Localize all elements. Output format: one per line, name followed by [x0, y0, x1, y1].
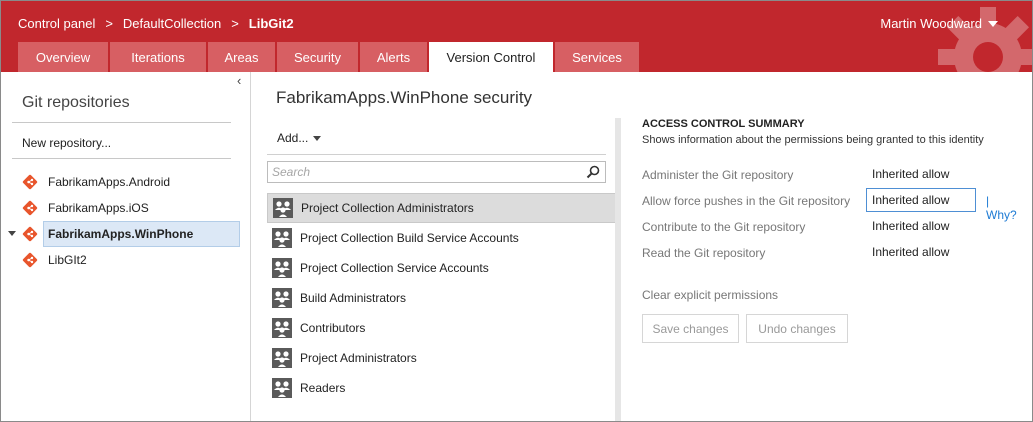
- save-changes-button[interactable]: Save changes: [642, 314, 739, 343]
- permission-row-administer: Administer the Git repository Inherited …: [642, 162, 1022, 188]
- breadcrumb: Control panel > DefaultCollection > LibG…: [18, 16, 294, 31]
- git-repo-icon: [22, 226, 38, 242]
- tab-security[interactable]: Security: [277, 42, 358, 72]
- search-icon[interactable]: [586, 165, 600, 179]
- group-icon: [272, 378, 292, 398]
- identities-panel: Add... Project Collection Administrators: [257, 118, 616, 421]
- repo-label: FabrikamApps.Android: [48, 175, 171, 189]
- group-label: Project Administrators: [300, 351, 417, 365]
- tab-areas[interactable]: Areas: [208, 42, 275, 72]
- divider: [12, 158, 231, 159]
- git-repo-icon: [22, 252, 38, 268]
- chevron-down-icon: [988, 20, 998, 27]
- repositories-panel: ‹ Git repositories New repository... Fab…: [1, 72, 251, 421]
- repo-label: FabrikamApps.WinPhone: [48, 227, 194, 241]
- chevron-down-icon: [313, 135, 322, 141]
- panel-splitter[interactable]: [615, 118, 621, 421]
- page-title: FabrikamApps.WinPhone security: [276, 88, 533, 107]
- tab-overview[interactable]: Overview: [18, 42, 108, 72]
- group-icon: [272, 348, 292, 368]
- group-label: Build Administrators: [300, 291, 407, 305]
- group-item-project-collection-service-accounts[interactable]: Project Collection Service Accounts: [267, 253, 616, 283]
- divider: [12, 122, 231, 123]
- repo-item-fabrikam-ios[interactable]: FabrikamApps.iOS: [1, 195, 251, 221]
- search-input[interactable]: [268, 162, 578, 182]
- tab-bar: Overview Iterations Areas Security Alert…: [18, 42, 641, 72]
- tab-alerts[interactable]: Alerts: [360, 42, 427, 72]
- group-icon: [272, 288, 292, 308]
- permission-name: Administer the Git repository: [642, 168, 794, 182]
- permission-value[interactable]: Inherited allow: [866, 214, 976, 238]
- group-icon: [272, 258, 292, 278]
- repo-item-fabrikam-android[interactable]: FabrikamApps.Android: [1, 169, 251, 195]
- group-icon: [273, 198, 293, 218]
- permission-name: Allow force pushes in the Git repository: [642, 194, 851, 208]
- git-repo-icon: [22, 200, 38, 216]
- window-frame: Control panel > DefaultCollection > LibG…: [0, 0, 1033, 422]
- tab-iterations[interactable]: Iterations: [110, 42, 206, 72]
- tab-services[interactable]: Services: [555, 42, 639, 72]
- header-bar: Control panel > DefaultCollection > LibG…: [1, 1, 1032, 72]
- undo-changes-button[interactable]: Undo changes: [746, 314, 848, 343]
- group-icon: [272, 318, 292, 338]
- group-label: Readers: [300, 381, 346, 395]
- repo-label: LibGIt2: [48, 253, 87, 267]
- panel-title: Git repositories: [22, 94, 130, 111]
- group-icon: [272, 228, 292, 248]
- group-item-contributors[interactable]: Contributors: [267, 313, 616, 343]
- group-label: Project Collection Administrators: [301, 201, 474, 215]
- add-label: Add...: [277, 131, 309, 145]
- group-item-project-administrators[interactable]: Project Administrators: [267, 343, 616, 373]
- group-item-project-collection-administrators[interactable]: Project Collection Administrators: [267, 193, 616, 223]
- clear-explicit-permissions-link[interactable]: Clear explicit permissions: [642, 288, 778, 302]
- repository-list: FabrikamApps.Android FabrikamApps.iOS Fa…: [1, 169, 251, 273]
- permission-row-force-push: Allow force pushes in the Git repository…: [642, 188, 1022, 222]
- breadcrumb-project: LibGit2: [248, 16, 294, 31]
- permission-row-read: Read the Git repository Inherited allow: [642, 240, 1022, 266]
- permission-name: Contribute to the Git repository: [642, 220, 806, 234]
- group-item-readers[interactable]: Readers: [267, 373, 616, 403]
- permission-name: Read the Git repository: [642, 246, 766, 260]
- repo-label: FabrikamApps.iOS: [48, 201, 149, 215]
- search-box: [267, 161, 606, 183]
- divider: [267, 154, 606, 155]
- expander-icon[interactable]: [8, 231, 16, 236]
- access-control-subtitle: Shows information about the permissions …: [642, 134, 984, 146]
- group-item-project-collection-build-service-accounts[interactable]: Project Collection Build Service Account…: [267, 223, 616, 253]
- group-label: Project Collection Build Service Account…: [300, 231, 519, 245]
- breadcrumb-separator: >: [231, 16, 239, 31]
- breadcrumb-collection[interactable]: DefaultCollection: [123, 16, 221, 31]
- collapse-panel-icon[interactable]: ‹: [237, 74, 241, 88]
- breadcrumb-control-panel[interactable]: Control panel: [18, 16, 95, 31]
- selected-repo-row: FabrikamApps.WinPhone: [1, 221, 251, 247]
- add-identity-button[interactable]: Add...: [277, 131, 322, 145]
- repo-item-libgit2[interactable]: LibGIt2: [1, 247, 251, 273]
- group-list: Project Collection Administrators Projec…: [267, 193, 616, 403]
- user-menu[interactable]: Martin Woodward: [880, 16, 998, 31]
- permission-row-contribute: Contribute to the Git repository Inherit…: [642, 214, 1022, 240]
- new-repository-link[interactable]: New repository...: [22, 136, 111, 150]
- repo-item-fabrikam-winphone[interactable]: FabrikamApps.WinPhone: [43, 221, 240, 247]
- group-item-build-administrators[interactable]: Build Administrators: [267, 283, 616, 313]
- permission-value[interactable]: Inherited allow: [866, 188, 976, 212]
- access-control-title: ACCESS CONTROL SUMMARY: [642, 118, 805, 130]
- git-repo-icon: [22, 174, 38, 190]
- tab-version-control[interactable]: Version Control: [429, 42, 553, 72]
- permission-value[interactable]: Inherited allow: [866, 162, 976, 186]
- breadcrumb-separator: >: [105, 16, 113, 31]
- permission-value[interactable]: Inherited allow: [866, 240, 976, 264]
- group-label: Project Collection Service Accounts: [300, 261, 489, 275]
- user-name: Martin Woodward: [880, 16, 982, 31]
- group-label: Contributors: [300, 321, 366, 335]
